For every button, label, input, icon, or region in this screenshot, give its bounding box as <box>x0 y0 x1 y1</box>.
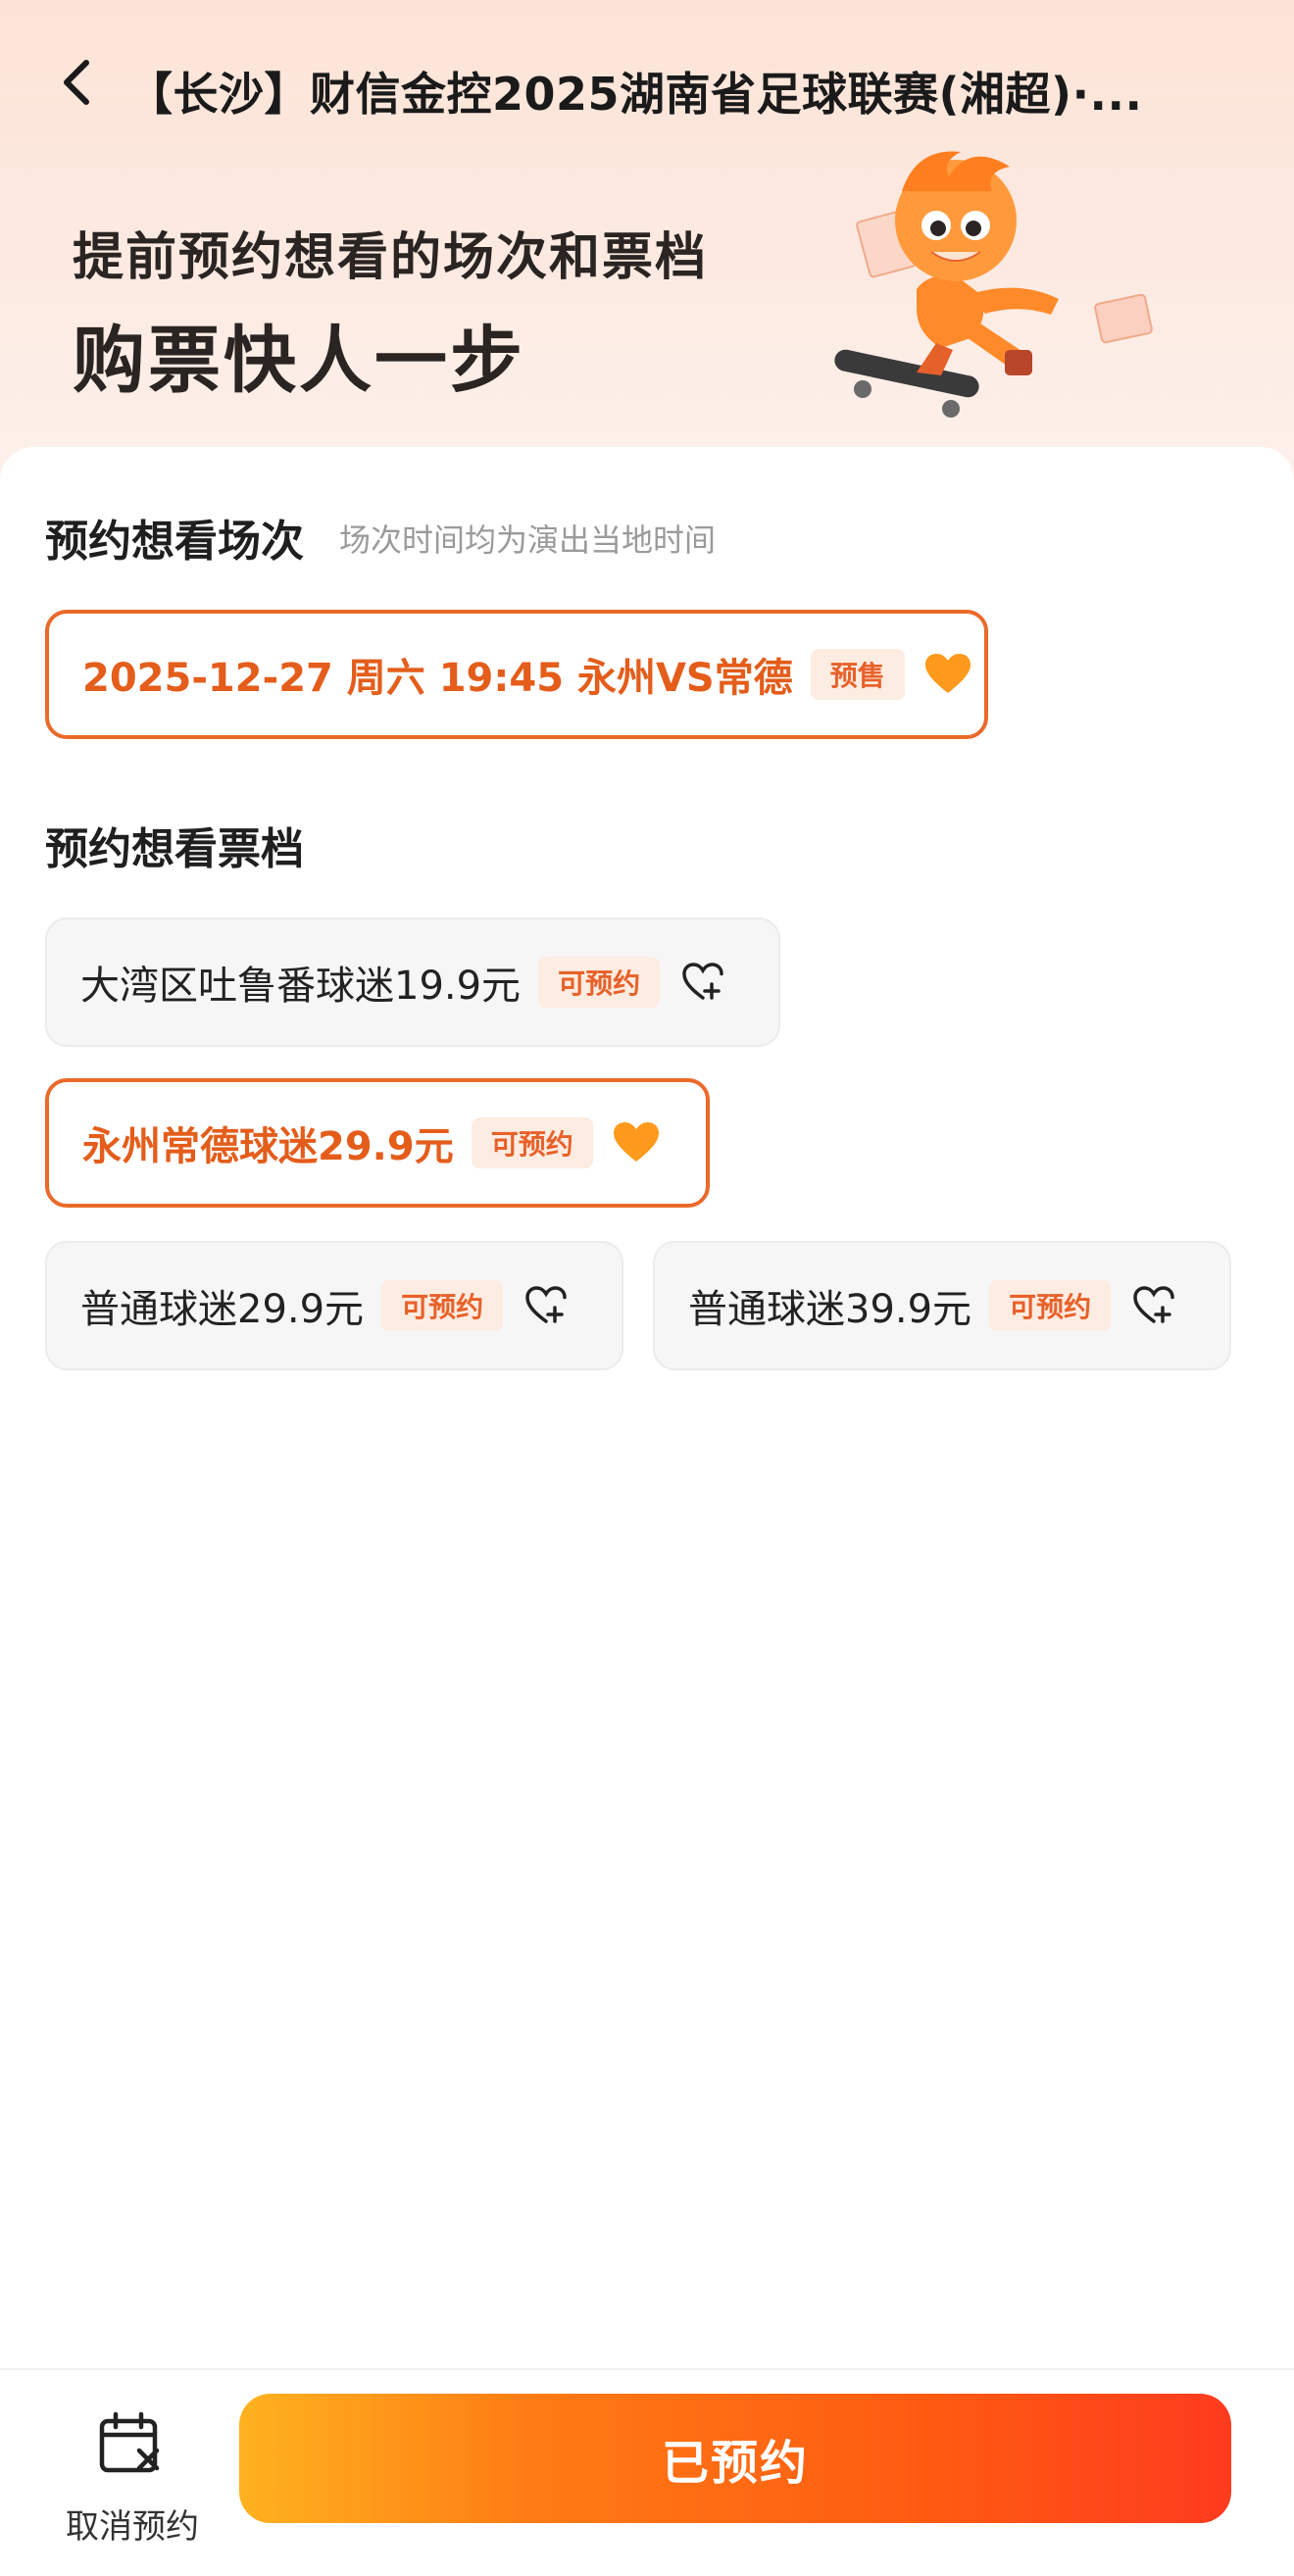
skateboard-icon <box>834 349 979 418</box>
ticket-label: 普通球迷29.9元 <box>80 1287 365 1332</box>
top-nav: 【长沙】财信金控2025湖南省足球联赛(湘超)·... <box>0 39 1294 127</box>
ticket-label: 大湾区吐鲁番球迷19.9元 <box>80 964 522 1009</box>
status-badge: 预售 <box>810 649 905 700</box>
cancel-reservation-label: 取消预约 <box>66 2507 199 2547</box>
back-button[interactable] <box>49 53 108 112</box>
banner-subheadline: 购票快人一步 <box>73 319 525 403</box>
heart-add-icon <box>677 957 728 1008</box>
ticket-chip[interactable]: 永州常德球迷29.9元 可预约 <box>45 1078 710 1208</box>
heart-add-icon <box>1128 1280 1179 1331</box>
heart-filled-icon <box>611 1117 662 1168</box>
calendar-cancel-icon <box>99 2411 160 2473</box>
session-section-hint: 场次时间均为演出当地时间 <box>339 521 717 559</box>
chevron-left-icon <box>64 60 89 105</box>
session-chip[interactable]: 2025-12-27 周六 19:45 永州VS常德 预售 <box>45 610 988 739</box>
hero-banner: 【长沙】财信金控2025湖南省足球联赛(湘超)·... 提前预约想看的场次和票档… <box>0 0 1294 510</box>
reservation-card: 预约想看场次 场次时间均为演出当地时间 2025-12-27 周六 19:45 … <box>0 447 1294 2368</box>
mascot-illustration <box>834 151 1153 418</box>
session-section-title: 预约想看场次 <box>45 517 304 567</box>
page-title: 【长沙】财信金控2025湖南省足球联赛(湘超)·... <box>127 68 1143 121</box>
bottom-action-bar: 取消预约 已预约 <box>0 2368 1294 2576</box>
status-badge: 可预约 <box>381 1280 504 1331</box>
ticket-label: 永州常德球迷29.9元 <box>82 1124 454 1169</box>
ticket-chip[interactable]: 大湾区吐鲁番球迷19.9元 可预约 <box>45 917 780 1047</box>
status-badge: 可预约 <box>471 1117 593 1168</box>
banner-headline: 提前预约想看的场次和票档 <box>73 228 709 287</box>
ticket-chip[interactable]: 普通球迷39.9元 可预约 <box>653 1241 1231 1370</box>
session-label: 2025-12-27 周六 19:45 永州VS常德 <box>82 656 793 701</box>
ticket-chip[interactable]: 普通球迷29.9元 可预约 <box>45 1241 623 1370</box>
reserved-button-label: 已预约 <box>661 2436 809 2491</box>
reserved-button[interactable]: 已预约 <box>239 2394 1231 2523</box>
ticket-section-title: 预约想看票档 <box>45 824 304 874</box>
cancel-reservation-button[interactable]: 取消预约 <box>49 2394 216 2560</box>
heart-filled-icon <box>922 649 973 700</box>
heart-add-icon <box>521 1280 572 1331</box>
status-badge: 可预约 <box>538 957 661 1008</box>
ticket-label: 普通球迷39.9元 <box>688 1287 972 1332</box>
status-badge: 可预约 <box>989 1280 1112 1331</box>
